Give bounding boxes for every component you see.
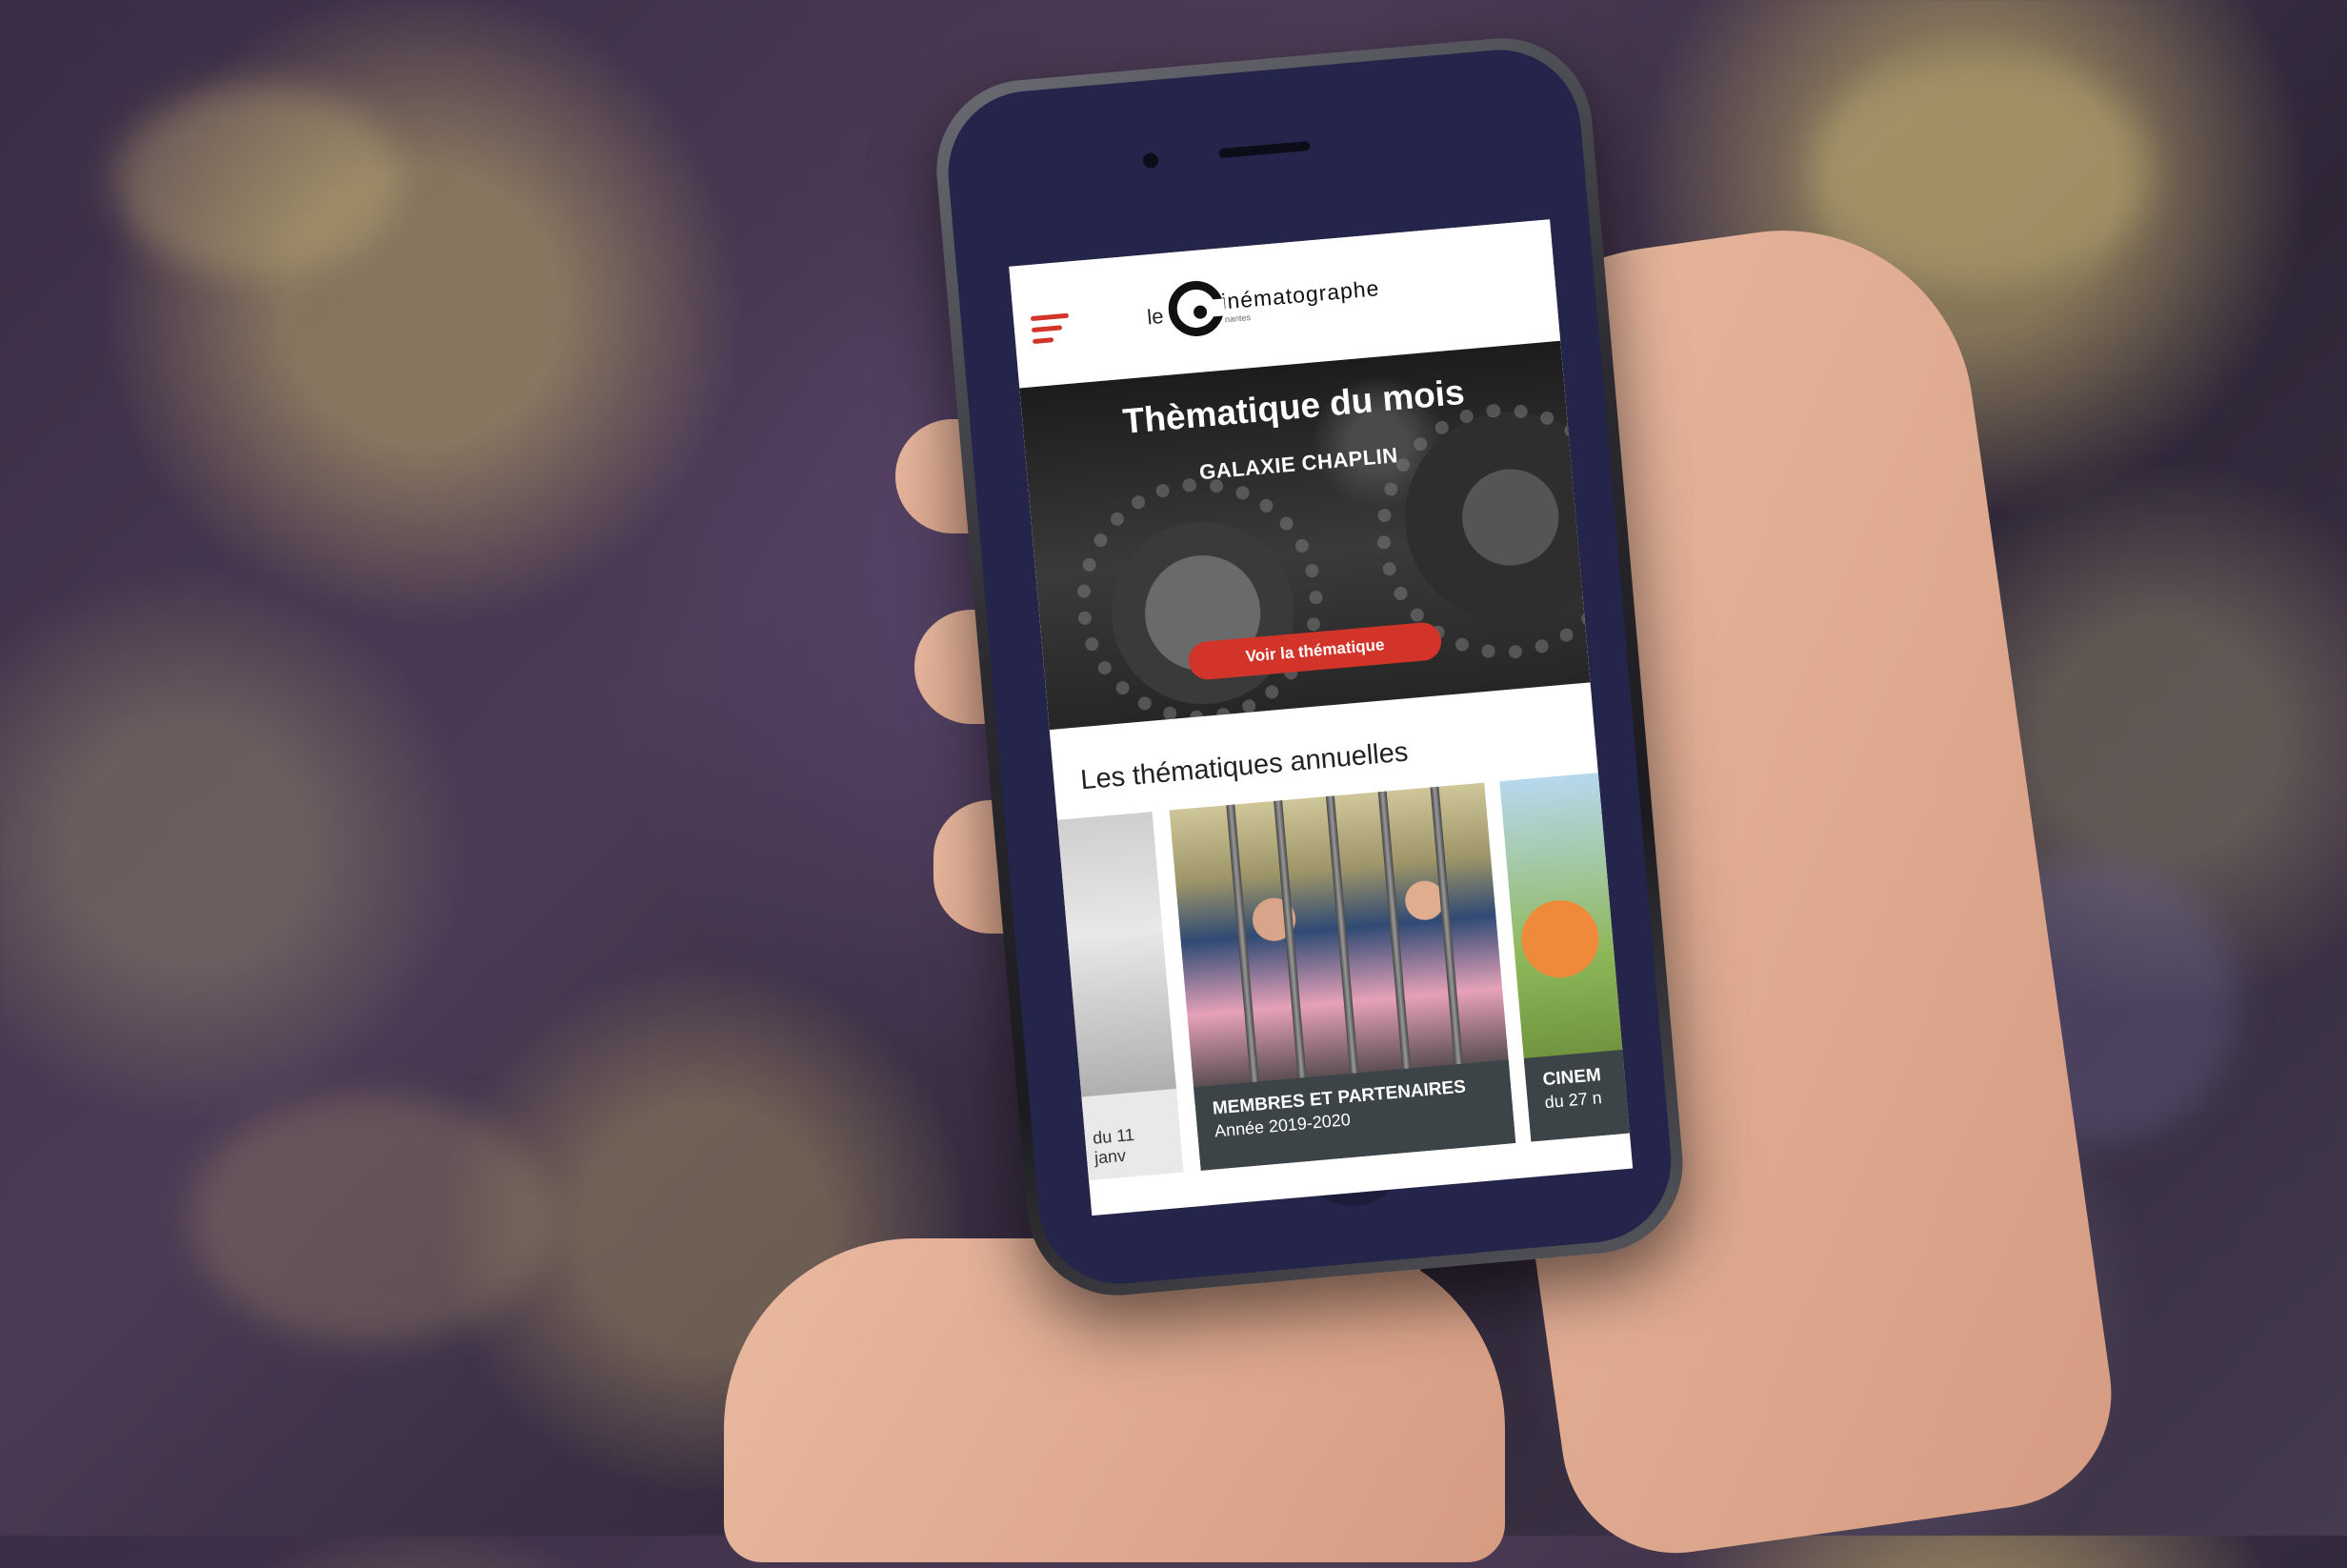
theme-card[interactable]: du 11 janv — [1048, 811, 1184, 1182]
card-title — [1091, 1103, 1161, 1109]
earpiece-speaker — [1218, 140, 1311, 159]
phone-frame: le inématographe nantes Thèmatique du mo… — [929, 30, 1691, 1303]
theme-card[interactable]: MEMBRES ET PARTENAIRES Année 2019-2020 — [1169, 782, 1516, 1171]
background-foliage — [191, 1096, 552, 1343]
app-screen: le inématographe nantes Thèmatique du mo… — [1009, 219, 1634, 1216]
card-image — [1499, 769, 1634, 1075]
hero-banner: Thèmatique du mois GALAXIE CHAPLIN Voir … — [1019, 340, 1591, 731]
card-date: du 11 janv — [1092, 1124, 1135, 1168]
logo-prefix: le — [1146, 304, 1165, 330]
gear-image — [1066, 468, 1334, 731]
background-foliage — [114, 86, 400, 276]
card-caption: CINEM du 27 n — [1523, 1046, 1634, 1142]
card-image — [1169, 782, 1511, 1105]
theme-card[interactable]: CINEM du 27 n — [1499, 769, 1634, 1142]
hamburger-icon[interactable] — [1030, 312, 1071, 345]
card-caption: du 11 janv — [1072, 1088, 1184, 1182]
card-image — [1048, 811, 1178, 1116]
logo-c-icon — [1166, 278, 1227, 339]
site-logo[interactable]: le inématographe nantes — [1144, 265, 1382, 340]
front-camera — [1142, 151, 1159, 170]
themes-carousel[interactable]: du 11 janv MEMBRES ET PARTENAIRES Année … — [1048, 769, 1634, 1182]
phone-bezel: le inématographe nantes Thèmatique du mo… — [941, 43, 1678, 1291]
logo-text: inématographe nantes — [1220, 275, 1381, 324]
